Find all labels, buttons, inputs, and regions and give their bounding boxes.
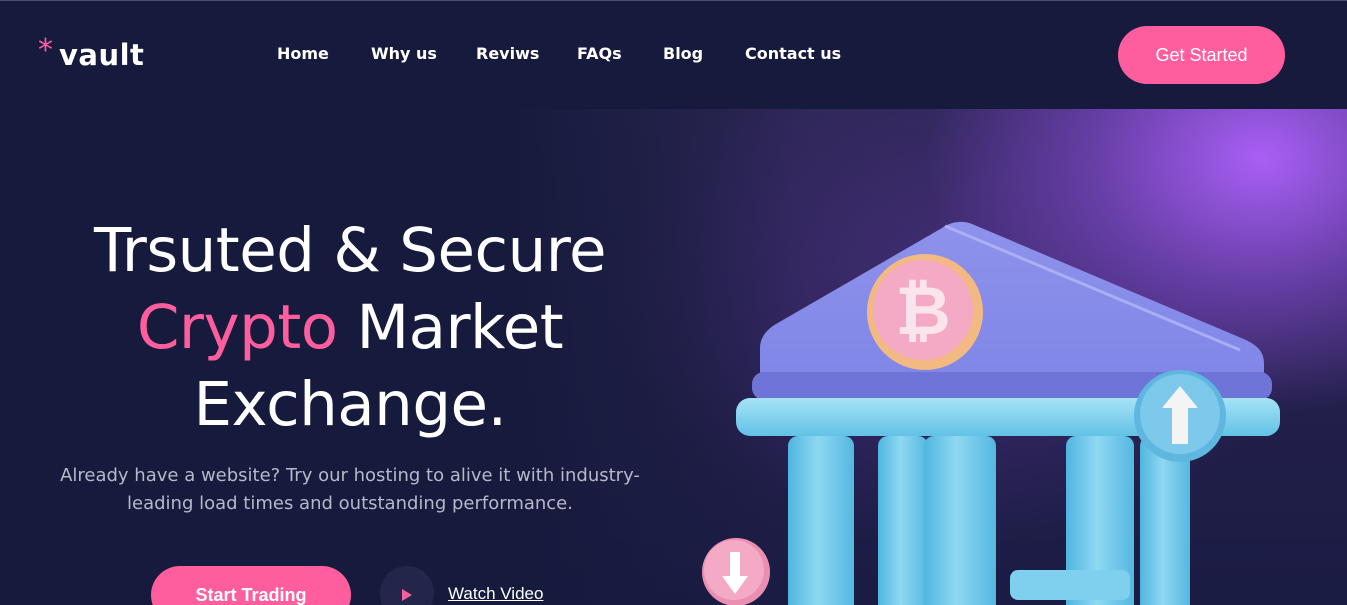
headline-line-1: Trsuted & Secure — [93, 215, 607, 286]
headline-line-2-rest: Market — [356, 292, 564, 363]
nav-item-why-us[interactable]: Why us — [371, 44, 437, 63]
arrow-down-icon — [702, 538, 770, 605]
nav-item-faqs[interactable]: FAQs — [577, 44, 622, 63]
play-video-button[interactable] — [380, 566, 434, 605]
get-started-button[interactable]: Get Started — [1118, 26, 1285, 84]
watch-video-link[interactable]: Watch Video — [448, 584, 543, 604]
brand-logo[interactable]: * vault — [38, 33, 145, 73]
crypto-bank-illustration: ₿ — [702, 221, 1280, 605]
nav-item-blog[interactable]: Blog — [663, 44, 703, 63]
start-trading-button[interactable]: Start Trading — [151, 566, 351, 605]
headline-line-2: Crypto Market — [0, 289, 700, 366]
bitcoin-icon: ₿ — [867, 254, 983, 370]
play-icon — [402, 589, 412, 601]
bitcoin-symbol: ₿ — [895, 272, 950, 351]
nav-item-contact-us[interactable]: Contact us — [745, 44, 841, 63]
brand-name: vault — [59, 38, 145, 72]
nav-item-home[interactable]: Home — [277, 44, 329, 63]
hero-headline: Trsuted & Secure Crypto Market Exchange. — [0, 212, 700, 443]
site-header: * vault Home Why us Reviws FAQs Blog Con… — [0, 0, 1347, 109]
hero-description: Already have a website? Try our hosting … — [60, 465, 640, 514]
nav-item-reviews[interactable]: Reviws — [476, 44, 539, 63]
headline-line-3: Exchange. — [193, 369, 507, 440]
asterisk-icon: * — [38, 33, 53, 68]
headline-accent: Crypto — [136, 292, 338, 363]
arrow-up-icon — [1134, 370, 1226, 462]
